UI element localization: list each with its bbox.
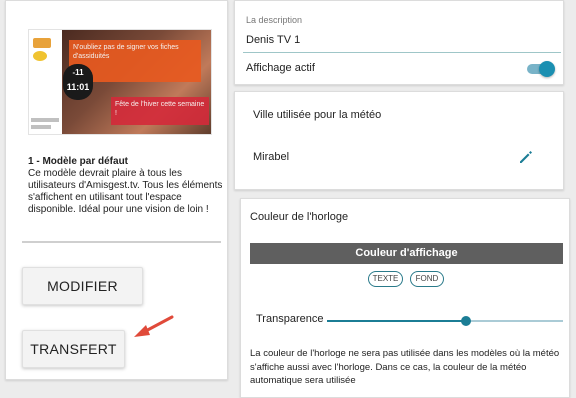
weather-icon	[33, 51, 47, 61]
clock-color-card: Couleur de l'horloge Couleur d'affichage…	[240, 198, 570, 398]
active-toggle-label: Affichage actif	[246, 62, 315, 74]
weather-title: Ville utilisée pour la météo	[253, 109, 382, 121]
display-color-bar[interactable]: Couleur d'affichage	[250, 243, 563, 264]
weather-card: Ville utilisée pour la météo Mirabel	[234, 91, 564, 190]
transparency-label: Transparence	[256, 313, 324, 325]
transparency-slider-fill	[327, 320, 467, 322]
transparency-slider[interactable]	[327, 316, 563, 326]
annotation-arrow-icon	[134, 315, 174, 337]
thumbnail-clock: -11 11:01	[63, 64, 93, 100]
template-card: N'oubliez pas de signer vos fiches d'ass…	[5, 0, 228, 380]
description-underline	[243, 52, 561, 53]
modify-button[interactable]: MODIFIER	[22, 267, 143, 305]
transfer-button[interactable]: TRANSFERT	[22, 330, 125, 368]
model-title: 1 - Modèle par défaut	[28, 156, 129, 167]
toggle-knob	[539, 61, 555, 77]
background-color-chip[interactable]: FOND	[410, 271, 444, 287]
description-field[interactable]: Denis TV 1	[246, 34, 300, 46]
model-description: Ce modèle devrait plaire à tous les util…	[28, 168, 223, 215]
template-thumbnail: N'oubliez pas de signer vos fiches d'ass…	[28, 29, 212, 135]
thumbnail-clock-temp: -11	[72, 68, 84, 77]
clock-color-note: La couleur de l'horloge ne sera pas util…	[250, 348, 560, 386]
thumbnail-clock-time: 11:01	[66, 82, 90, 92]
logo-image	[33, 38, 51, 48]
divider	[22, 241, 221, 243]
transparency-slider-thumb[interactable]	[461, 316, 472, 326]
description-card: La description Denis TV 1 Affichage acti…	[234, 0, 564, 85]
text-color-chip[interactable]: TEXTE	[368, 271, 403, 287]
weather-city: Mirabel	[253, 151, 290, 163]
clock-color-title: Couleur de l'horloge	[250, 211, 349, 223]
thumbnail-banner-bottom: Fête de l'hiver cette semaine !	[111, 97, 209, 125]
active-toggle[interactable]	[527, 61, 555, 77]
pencil-icon[interactable]	[518, 149, 534, 165]
description-label: La description	[246, 15, 303, 25]
